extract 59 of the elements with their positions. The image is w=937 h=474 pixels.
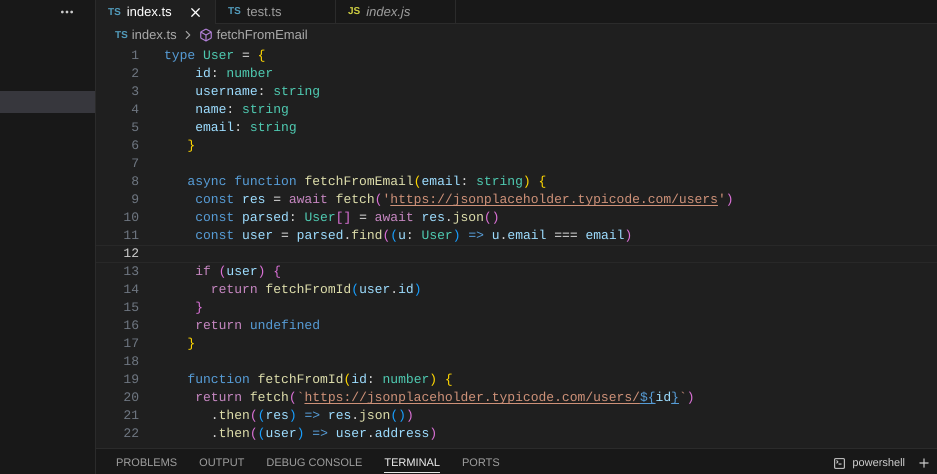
line-number: 20 — [122, 389, 139, 408]
line-number: 13 — [122, 263, 139, 282]
line-number: 7 — [130, 155, 139, 174]
terminal-icon — [833, 456, 846, 470]
add-icon[interactable] — [917, 456, 931, 470]
line-number: 19 — [122, 371, 139, 390]
code-line: return fetchFromId(user.id) — [210, 281, 422, 300]
breadcrumb-item[interactable]: fetchFromEmail — [216, 25, 308, 45]
line-number: 15 — [122, 299, 139, 318]
language-label: JS — [348, 5, 360, 19]
line-number: 9 — [130, 191, 139, 210]
code-line: const res = await fetch('https://jsonplaceholder.typicode.com/users') — [194, 191, 734, 210]
code-line: .then((res) => res.json()) — [210, 407, 414, 426]
language-label: TS — [108, 6, 121, 20]
code-line: if (user) { — [194, 263, 282, 282]
panel-tab[interactable]: TERMINAL — [384, 455, 440, 472]
cube-icon — [198, 28, 213, 42]
panel-tab[interactable]: PROBLEMS — [116, 455, 178, 472]
code-line: } — [186, 335, 196, 354]
line-number: 5 — [130, 119, 139, 138]
code-line: const user = parsed.find((u: User) => u.email === email) — [194, 227, 632, 246]
code-line: name: string — [194, 101, 289, 120]
line-number: 18 — [122, 353, 139, 372]
line-number: 14 — [122, 281, 139, 300]
tab-label: index.js — [366, 2, 410, 21]
terminal-label[interactable]: powershell — [852, 455, 905, 472]
code-line: async function fetchFromEmail(email: string) { — [186, 173, 546, 192]
tab-label: test.ts — [246, 2, 282, 21]
code-line: id: number — [194, 65, 274, 84]
line-number: 21 — [122, 407, 139, 426]
panel-tab[interactable]: OUTPUT — [199, 455, 244, 472]
line-number: 6 — [130, 137, 139, 156]
panel-tab[interactable]: DEBUG CONSOLE — [266, 455, 362, 472]
line-number: 2 — [130, 65, 139, 84]
code-line: function fetchFromId(id: number) { — [186, 371, 453, 390]
code-line: email: string — [194, 119, 297, 138]
line-number: 17 — [122, 335, 139, 354]
language-label: TS — [228, 5, 241, 19]
code-line: } — [186, 137, 196, 156]
code-line: type User = { — [164, 47, 266, 66]
breadcrumb-item[interactable]: index.ts — [132, 25, 177, 45]
line-number: 8 — [130, 173, 139, 192]
code-line: } — [194, 299, 204, 318]
panel-tab[interactable]: PORTS — [462, 455, 500, 472]
code-line: .then((user) => user.address) — [210, 425, 438, 444]
line-number: 1 — [130, 47, 139, 66]
line-number: 3 — [130, 83, 139, 102]
line-number: 11 — [122, 227, 139, 246]
line-number: 12 — [122, 245, 139, 264]
line-number: 16 — [122, 317, 139, 336]
code-line: username: string — [194, 83, 320, 102]
language-label: TS — [115, 28, 128, 42]
line-number: 10 — [122, 209, 139, 228]
code-line: return undefined — [194, 317, 320, 336]
line-number: 4 — [130, 101, 139, 120]
tab-label: index.ts — [126, 3, 172, 22]
code-line: const parsed: User[] = await res.json() — [194, 209, 500, 228]
editor-tab[interactable]: TS index.ts — [96, 0, 216, 24]
line-number: 22 — [122, 425, 139, 444]
